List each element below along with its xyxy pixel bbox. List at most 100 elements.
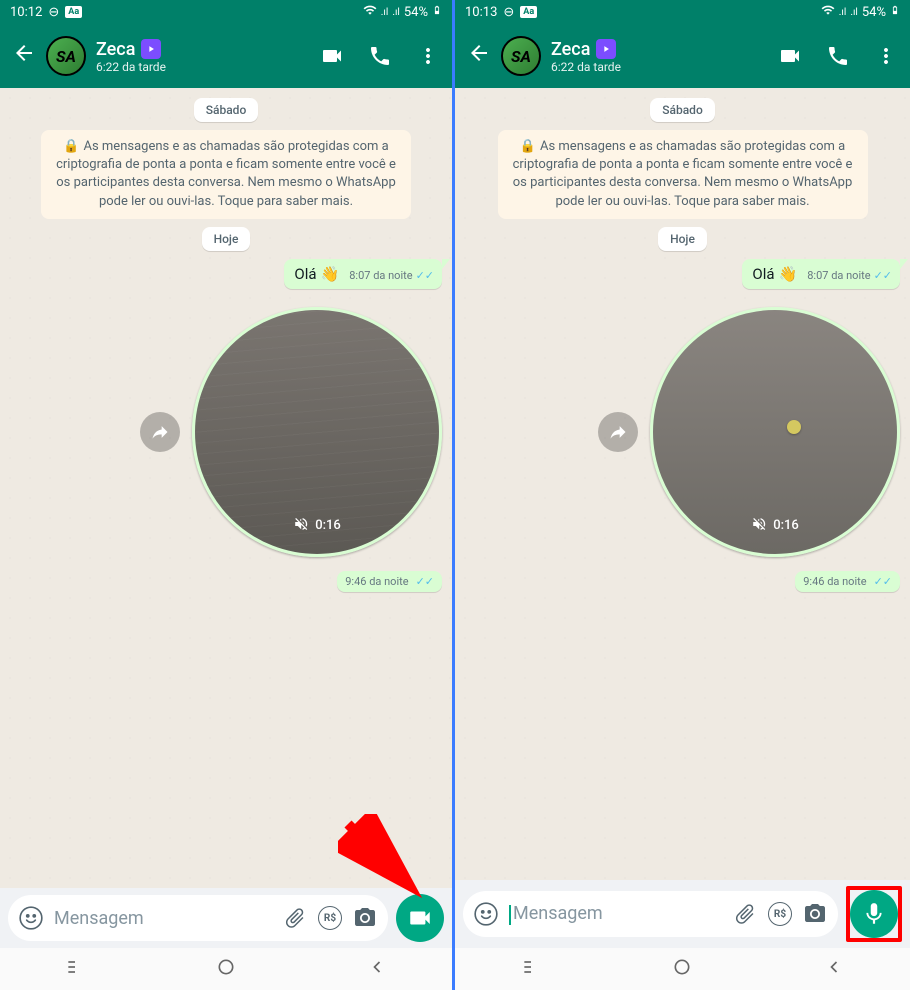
message-time: 8:07 da noite	[349, 269, 412, 282]
back-button[interactable]	[12, 41, 36, 71]
status-icon: ⊖	[503, 5, 514, 20]
status-icon: Aa	[520, 6, 537, 18]
video-message[interactable]: 0:16	[192, 307, 442, 557]
nav-back[interactable]	[824, 957, 844, 981]
emoji-button[interactable]	[473, 901, 499, 927]
lock-icon: 🔒	[520, 138, 536, 156]
video-call-button[interactable]	[778, 44, 802, 68]
camera-button[interactable]	[802, 901, 828, 927]
muted-icon	[293, 516, 309, 536]
signal-icon: .ıl	[850, 7, 858, 18]
wave-emoji: 👋	[321, 265, 340, 283]
read-check-icon: ✓✓	[416, 269, 434, 282]
contact-subtitle: 6:22 da tarde	[551, 60, 768, 74]
input-placeholder: Mensagem	[509, 903, 722, 924]
wifi-icon	[821, 3, 835, 21]
contact-name-text: Zeca	[96, 39, 135, 60]
muted-icon	[751, 516, 767, 536]
status-time: 10:13	[465, 5, 497, 20]
video-time-text: 9:46 da noite	[345, 575, 408, 588]
status-bar: 10:13 ⊖ Aa .ıl .ıl 54%	[455, 0, 910, 24]
contact-avatar[interactable]: SA	[46, 36, 86, 76]
highlight-box	[846, 886, 902, 942]
message-bubble[interactable]: Olá 👋 8:07 da noite ✓✓	[284, 259, 442, 289]
read-check-icon: ✓✓	[416, 575, 434, 588]
input-placeholder: Mensagem	[54, 908, 272, 929]
message-text: Olá	[752, 265, 774, 283]
chat-body[interactable]: Sábado 🔒As mensagens e as chamadas são p…	[0, 88, 452, 888]
battery-text: 54%	[404, 5, 428, 20]
signal-icon: .ıl	[381, 7, 389, 18]
more-menu-button[interactable]	[416, 44, 440, 68]
forward-button[interactable]	[140, 412, 180, 452]
signal-icon: .ıl	[839, 7, 847, 18]
nav-bar	[0, 948, 452, 990]
contact-info[interactable]: Zeca 6:22 da tarde	[551, 39, 768, 74]
emoji-button[interactable]	[18, 905, 44, 931]
status-bar: 10:12 ⊖ Aa .ıl .ıl 54%	[0, 0, 452, 24]
contact-subtitle: 6:22 da tarde	[96, 60, 310, 74]
more-menu-button[interactable]	[874, 44, 898, 68]
nav-home[interactable]	[672, 957, 692, 981]
wifi-icon	[363, 3, 377, 21]
video-message[interactable]: 0:16	[650, 307, 900, 557]
read-check-icon: ✓✓	[874, 575, 892, 588]
text-cursor	[509, 905, 511, 925]
play-badge-icon	[596, 39, 616, 59]
message-bubble[interactable]: Olá 👋 8:07 da noite ✓✓	[742, 259, 900, 289]
video-record-button[interactable]	[396, 894, 444, 942]
phone-left: 10:12 ⊖ Aa .ıl .ıl 54% SA Zeca	[0, 0, 455, 990]
wave-emoji: 👋	[779, 265, 798, 283]
chat-header: SA Zeca 6:22 da tarde	[0, 24, 452, 88]
voice-call-button[interactable]	[368, 44, 392, 68]
signal-icon: .ıl	[392, 7, 400, 18]
message-input-field[interactable]: Mensagem R$	[8, 895, 388, 941]
voice-record-button[interactable]	[850, 890, 898, 938]
contact-name-text: Zeca	[551, 39, 590, 60]
battery-text: 54%	[862, 5, 886, 20]
message-text: Olá	[294, 265, 316, 283]
encryption-notice[interactable]: 🔒As mensagens e as chamadas são protegid…	[41, 130, 411, 219]
nav-bar	[455, 948, 910, 990]
attach-button[interactable]	[282, 905, 308, 931]
date-chip: Hoje	[202, 227, 251, 251]
play-badge-icon	[141, 39, 161, 59]
date-chip: Sábado	[194, 98, 259, 122]
attach-button[interactable]	[732, 901, 758, 927]
chat-body[interactable]: Sábado 🔒As mensagens e as chamadas são p…	[455, 88, 910, 880]
camera-button[interactable]	[352, 905, 378, 931]
message-time-bubble: 9:46 da noite ✓✓	[337, 571, 442, 592]
video-time-text: 9:46 da noite	[803, 575, 866, 588]
status-time: 10:12	[10, 5, 42, 20]
input-bar: Mensagem R$	[0, 888, 452, 948]
payment-button[interactable]: R$	[318, 906, 342, 930]
payment-button[interactable]: R$	[768, 902, 792, 926]
message-input-field[interactable]: Mensagem R$	[463, 891, 838, 937]
message-time-bubble: 9:46 da noite ✓✓	[795, 571, 900, 592]
date-chip: Hoje	[658, 227, 707, 251]
video-duration-text: 0:16	[315, 518, 341, 533]
nav-home[interactable]	[216, 957, 236, 981]
input-bar: Mensagem R$	[455, 880, 910, 948]
encryption-notice[interactable]: 🔒As mensagens e as chamadas são protegid…	[498, 130, 868, 219]
contact-info[interactable]: Zeca 6:22 da tarde	[96, 39, 310, 74]
date-chip: Sábado	[650, 98, 715, 122]
video-call-button[interactable]	[320, 44, 344, 68]
contact-avatar[interactable]: SA	[501, 36, 541, 76]
status-icon: Aa	[65, 6, 82, 18]
nav-recents[interactable]	[65, 957, 85, 981]
message-time: 8:07 da noite	[807, 269, 870, 282]
forward-button[interactable]	[598, 412, 638, 452]
lock-icon: 🔒	[63, 138, 79, 156]
nav-recents[interactable]	[521, 957, 541, 981]
voice-call-button[interactable]	[826, 44, 850, 68]
read-check-icon: ✓✓	[874, 269, 892, 282]
nav-back[interactable]	[367, 957, 387, 981]
phone-right: 10:13 ⊖ Aa .ıl .ıl 54% SA Zeca	[455, 0, 910, 990]
status-icon: ⊖	[48, 5, 59, 20]
chat-header: SA Zeca 6:22 da tarde	[455, 24, 910, 88]
back-button[interactable]	[467, 41, 491, 71]
video-duration-text: 0:16	[773, 518, 799, 533]
battery-icon	[890, 3, 900, 21]
battery-icon	[432, 3, 442, 21]
